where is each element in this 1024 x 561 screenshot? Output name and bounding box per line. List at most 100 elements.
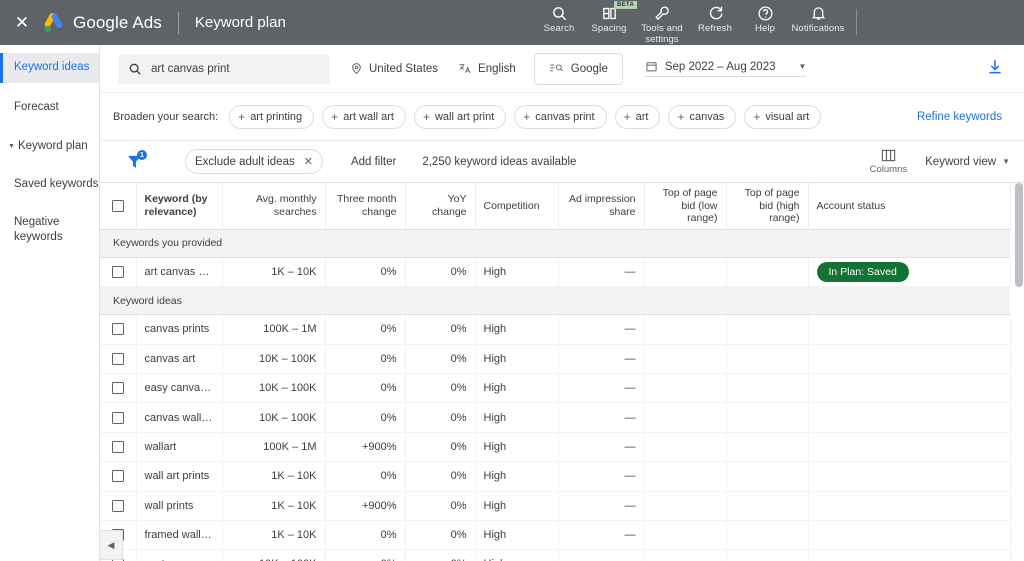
row-checkbox[interactable] xyxy=(111,411,124,424)
topbar-action-spacing[interactable]: BETA Spacing xyxy=(584,0,638,35)
download-icon[interactable] xyxy=(986,58,1004,76)
column-header-avg-monthly-searches[interactable]: Avg. monthly searches xyxy=(222,183,326,230)
status-badge: In Plan: Saved xyxy=(816,261,909,282)
section-title: Keyword ideas xyxy=(100,286,1010,316)
topbar-action-tools-and-settings[interactable]: Tools and settings xyxy=(634,0,690,46)
topbar-action-refresh[interactable]: Refresh xyxy=(690,0,740,35)
cell-top-bid-high xyxy=(726,491,809,521)
sidebar-nav: Keyword ideas Forecast ▼ Keyword plan Sa… xyxy=(0,45,100,561)
keyword-view-selector[interactable]: Keyword view ▼ xyxy=(925,156,1010,168)
cell-ad-impression-share: — xyxy=(558,373,645,404)
broaden-chip[interactable]: + wall art print xyxy=(413,104,507,129)
filter-icon[interactable]: 1 xyxy=(126,150,147,170)
active-filter-chip[interactable]: Exclude adult ideas ✕ xyxy=(185,149,323,174)
cell-three-month-change: 0% xyxy=(325,461,406,492)
cell-ad-impression-share: — xyxy=(558,491,645,521)
row-checkbox[interactable] xyxy=(111,499,124,512)
scrollbar-thumb[interactable] xyxy=(1015,183,1023,287)
keyword-ideas-count: 2,250 keyword ideas available xyxy=(422,155,577,168)
location-value: United States xyxy=(369,62,439,75)
column-header-keyword[interactable]: Keyword (by relevance) xyxy=(136,183,223,230)
cell-three-month-change: 0% xyxy=(325,257,406,288)
table-row[interactable]: framed wall art 1K – 10K 0% 0% High — xyxy=(100,520,1011,551)
cell-yoy-change: 0% xyxy=(405,491,476,521)
row-checkbox[interactable] xyxy=(111,440,124,453)
table-row[interactable]: canvas art 10K – 100K 0% 0% High — xyxy=(100,344,1011,374)
table-row[interactable]: wall prints 1K – 10K +900% 0% High — xyxy=(100,491,1011,521)
select-all-checkbox[interactable] xyxy=(111,199,124,212)
sidebar-item-saved-keywords[interactable]: Saved keywords xyxy=(0,170,99,200)
broaden-chip-label: wall art print xyxy=(434,110,495,123)
row-checkbox[interactable] xyxy=(111,266,124,279)
column-header-yoy-change[interactable]: YoY change xyxy=(405,183,476,230)
collapse-panel-button[interactable]: ◀ xyxy=(100,530,123,560)
topbar-action-label: Notifications xyxy=(791,23,845,34)
topbar-action-search[interactable]: Search xyxy=(534,0,584,35)
network-selector[interactable]: Google xyxy=(533,52,623,85)
row-checkbox[interactable] xyxy=(111,352,124,365)
page-title: Keyword plan xyxy=(194,14,286,31)
column-header-competition[interactable]: Competition xyxy=(475,183,559,230)
google-ads-logo[interactable]: Google Ads xyxy=(42,13,162,33)
close-icon[interactable]: ✕ xyxy=(304,155,313,168)
date-range-selector[interactable]: Sep 2022 – Aug 2023 ▼ xyxy=(644,60,807,77)
columns-button[interactable]: Columns xyxy=(869,148,908,175)
table-row[interactable]: canvas prints 100K – 1M 0% 0% High — xyxy=(100,314,1011,345)
sidebar-item-forecast[interactable]: Forecast xyxy=(0,93,99,123)
table-row[interactable]: wallart 100K – 1M +900% 0% High — xyxy=(100,432,1011,463)
language-selector[interactable]: English xyxy=(458,62,516,75)
broaden-chip[interactable]: + art xyxy=(614,104,661,129)
chevron-down-icon: ▼ xyxy=(1002,157,1010,166)
chevron-down-icon: ▼ xyxy=(798,62,807,71)
broaden-chip-label: canvas print xyxy=(535,110,595,123)
broaden-chip[interactable]: + canvas print xyxy=(514,104,607,129)
column-header-ad-impression-share[interactable]: Ad impression share xyxy=(558,183,645,230)
cell-three-month-change: 0% xyxy=(325,402,406,433)
broaden-chip[interactable]: + art wall art xyxy=(322,104,406,129)
column-header-top-bid-low[interactable]: Top of page bid (low range) xyxy=(644,183,727,230)
table-row[interactable]: art canvas print 1K – 10K 0% 0% High — I… xyxy=(100,257,1011,288)
table-row[interactable]: wall art prints 1K – 10K 0% 0% High — xyxy=(100,461,1011,492)
search-input[interactable]: art canvas print xyxy=(118,53,330,84)
top-actions: Search BETA Spacing Tools and settings R… xyxy=(534,0,857,45)
column-header-top-bid-high[interactable]: Top of page bid (high range) xyxy=(726,183,809,230)
location-selector[interactable]: United States xyxy=(350,62,438,75)
calendar-icon xyxy=(646,62,657,72)
cell-yoy-change: 0% xyxy=(405,549,476,561)
close-icon[interactable]: ✕ xyxy=(12,13,32,33)
sidebar-item-keyword-ideas[interactable]: Keyword ideas xyxy=(0,53,99,83)
table-row[interactable]: custom canvas p... 10K – 100K 0% 0% High… xyxy=(100,549,1011,561)
sidebar-item-label: Keyword ideas xyxy=(14,61,90,73)
table-row[interactable]: canvas wall art 10K – 100K 0% 0% High — xyxy=(100,402,1011,433)
broaden-chip[interactable]: + art printing xyxy=(229,104,315,129)
broaden-chip[interactable]: + canvas xyxy=(668,104,737,129)
table-vertical-scrollbar[interactable] xyxy=(1014,183,1024,561)
column-header-three-month-change[interactable]: Three month change xyxy=(325,183,406,230)
sidebar-item-negative-keywords[interactable]: Negative keywords xyxy=(0,208,70,253)
plus-icon: + xyxy=(238,109,246,124)
cell-top-bid-low xyxy=(644,432,727,463)
columns-label: Columns xyxy=(869,164,908,175)
topbar-action-notifications[interactable]: Notifications xyxy=(790,0,846,35)
row-checkbox[interactable] xyxy=(111,382,124,395)
sidebar-item-label: Keyword plan xyxy=(17,140,88,153)
cell-account-status xyxy=(808,461,1011,492)
cell-keyword: wall art prints xyxy=(136,461,223,492)
broaden-chip[interactable]: + visual art xyxy=(744,104,822,129)
row-checkbox[interactable] xyxy=(111,470,124,483)
cell-avg-monthly-searches: 1K – 10K xyxy=(222,257,326,288)
row-select-cell xyxy=(100,432,137,463)
filter-toolbar-right: Columns Keyword view ▼ xyxy=(870,148,1010,175)
cell-competition: High xyxy=(475,491,559,521)
add-filter-button[interactable]: Add filter xyxy=(351,156,396,168)
search-input-value: art canvas print xyxy=(151,62,230,75)
topbar-action-help[interactable]: Help xyxy=(740,0,790,35)
table-row[interactable]: easy canvas prints 10K – 100K 0% 0% High… xyxy=(100,373,1011,404)
column-header-account-status[interactable]: Account status xyxy=(808,183,1011,230)
brand-google: Google xyxy=(73,12,129,32)
refine-keywords-link[interactable]: Refine keywords xyxy=(917,111,1002,123)
cell-top-bid-low xyxy=(644,491,727,521)
table-section-header: Keywords you provided xyxy=(100,229,1010,258)
row-checkbox[interactable] xyxy=(111,323,124,336)
sidebar-item-keyword-plan[interactable]: ▼ Keyword plan xyxy=(0,132,99,162)
